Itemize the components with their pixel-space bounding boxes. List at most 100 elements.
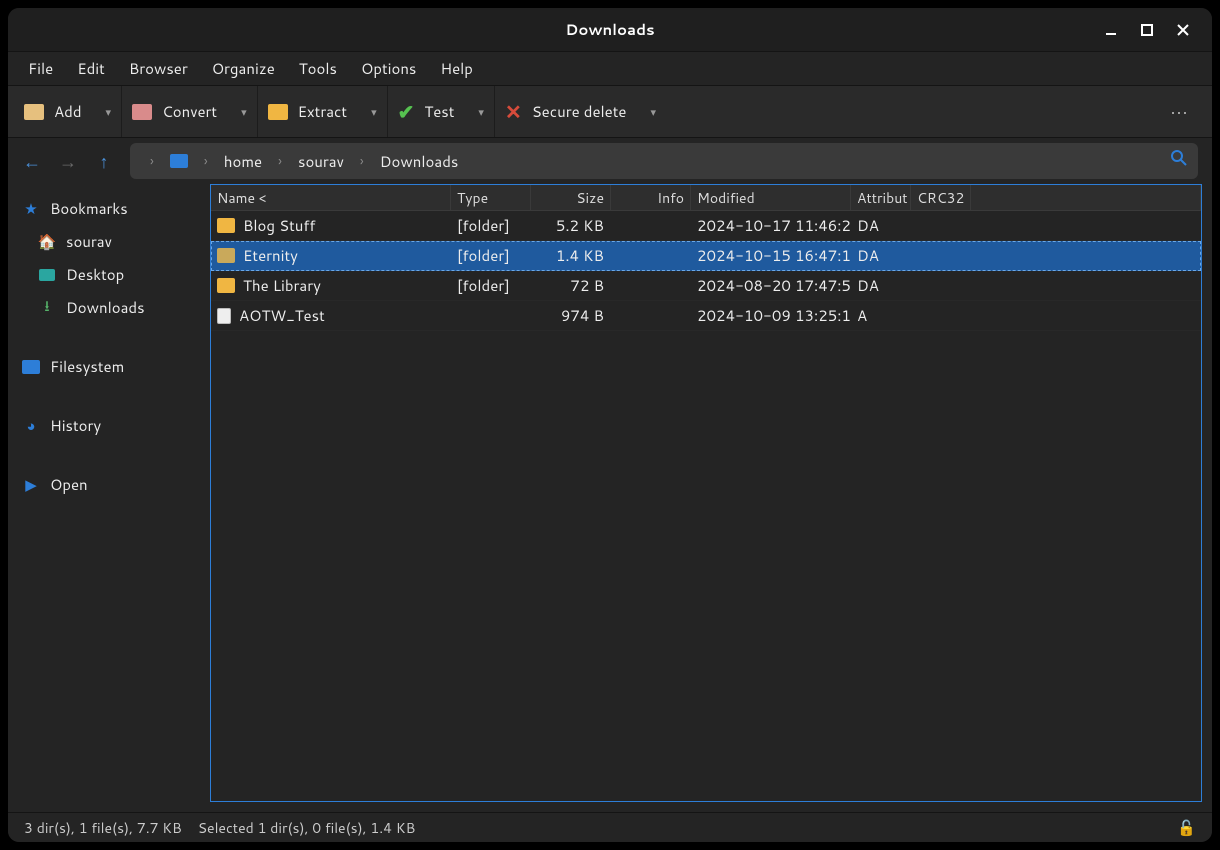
add-label: Add: [54, 101, 82, 122]
star-icon: ★: [22, 201, 40, 217]
secure-delete-label: Secure delete: [532, 101, 627, 122]
app-window: Downloads File Edit Browser Organize Too…: [7, 7, 1213, 843]
chevron-down-icon: ▾: [478, 104, 484, 120]
folder-icon: [217, 278, 235, 293]
file-modified: 2024-08-20 17:47:54: [691, 275, 851, 296]
nav-arrows: ← → ↑: [22, 148, 120, 174]
file-modified: 2024-10-09 13:25:10: [691, 305, 851, 326]
sidebar-item-home[interactable]: 🏠 sourav: [16, 227, 200, 256]
minimize-button[interactable]: [1100, 19, 1122, 41]
convert-button[interactable]: Convert ▾: [122, 86, 258, 137]
menu-browser[interactable]: Browser: [119, 54, 198, 83]
chevron-right-icon: ›: [350, 151, 374, 171]
chevron-down-icon: ▾: [650, 104, 656, 120]
col-size[interactable]: Size: [531, 185, 611, 210]
file-attributes: DA: [851, 275, 911, 296]
history-label: History: [50, 415, 101, 436]
crumb-home[interactable]: home: [224, 151, 262, 172]
sidebar-open[interactable]: ▶ Open: [16, 470, 200, 499]
close-button[interactable]: [1172, 19, 1194, 41]
sidebar-filesystem[interactable]: Filesystem: [16, 352, 200, 381]
menu-tools[interactable]: Tools: [289, 54, 347, 83]
file-size: 1.4 KB: [531, 245, 611, 266]
titlebar: Downloads: [8, 8, 1212, 52]
breadcrumb[interactable]: › › home › sourav › Downloads: [130, 143, 1198, 179]
file-size: 72 B: [531, 275, 611, 296]
download-icon: ⭳: [38, 300, 56, 316]
chevron-right-icon: ›: [194, 151, 218, 171]
filesystem-label: Filesystem: [50, 356, 124, 377]
file-type: [folder]: [451, 215, 531, 236]
table-row[interactable]: The Library[folder]72 B2024-08-20 17:47:…: [211, 271, 1201, 301]
nav-up-button[interactable]: ↑: [94, 148, 114, 174]
chevron-down-icon: ▾: [106, 104, 112, 120]
x-icon: ✕: [505, 98, 522, 126]
toolbar: Add ▾ Convert ▾ Extract ▾ ✔ Test ▾ ✕ Sec…: [8, 86, 1212, 138]
file-panel: Name < Type Size Info Modified Attribut …: [210, 184, 1202, 802]
crumb-current[interactable]: Downloads: [380, 151, 459, 172]
file-size: 5.2 KB: [531, 215, 611, 236]
check-icon: ✔: [398, 98, 415, 126]
filesystem-icon: [22, 360, 40, 374]
test-label: Test: [424, 101, 454, 122]
crumb-user[interactable]: sourav: [298, 151, 344, 172]
history-icon: ◕: [22, 418, 40, 434]
menu-organize[interactable]: Organize: [202, 54, 285, 83]
extract-label: Extract: [298, 101, 347, 122]
open-icon: ▶: [22, 477, 40, 493]
folder-convert-icon: [132, 104, 152, 120]
test-button[interactable]: ✔ Test ▾: [388, 86, 495, 137]
toolbar-overflow-button[interactable]: ⋯: [1154, 86, 1206, 137]
folder-open-icon: [217, 248, 235, 263]
file-attributes: DA: [851, 245, 911, 266]
folder-extract-icon: [268, 104, 288, 120]
menu-options[interactable]: Options: [351, 54, 426, 83]
secure-delete-button[interactable]: ✕ Secure delete ▾: [495, 86, 666, 137]
col-attributes[interactable]: Attribut: [851, 185, 911, 210]
sidebar-history[interactable]: ◕ History: [16, 411, 200, 440]
sidebar-item-desktop[interactable]: Desktop: [16, 260, 200, 289]
home-icon: 🏠: [38, 234, 56, 250]
add-button[interactable]: Add ▾: [14, 86, 122, 137]
search-icon[interactable]: [1170, 149, 1188, 173]
menu-help[interactable]: Help: [430, 54, 483, 83]
col-info[interactable]: Info: [611, 185, 691, 210]
file-type: [folder]: [451, 245, 531, 266]
col-type[interactable]: Type: [451, 185, 531, 210]
maximize-button[interactable]: [1136, 19, 1158, 41]
col-crc32[interactable]: CRC32: [911, 185, 971, 210]
file-size: 974 B: [531, 305, 611, 326]
folder-add-icon: [24, 104, 44, 120]
chevron-right-icon: ›: [268, 151, 292, 171]
file-name: AOTW_Test: [239, 305, 325, 326]
sidebar-item-downloads[interactable]: ⭳ Downloads: [16, 293, 200, 322]
statusbar: 3 dir(s), 1 file(s), 7.7 KB Selected 1 d…: [8, 812, 1212, 842]
extract-button[interactable]: Extract ▾: [258, 86, 388, 137]
nav-row: ← → ↑ › › home › sourav › Downloads: [8, 138, 1212, 184]
sidebar-bookmarks-header[interactable]: ★ Bookmarks: [16, 194, 200, 223]
table-row[interactable]: Eternity[folder]1.4 KB2024-10-15 16:47:1…: [211, 241, 1201, 271]
menu-edit[interactable]: Edit: [67, 54, 115, 83]
file-rows: Blog Stuff[folder]5.2 KB2024-10-17 11:46…: [211, 211, 1201, 801]
table-row[interactable]: Blog Stuff[folder]5.2 KB2024-10-17 11:46…: [211, 211, 1201, 241]
chevron-right-icon: ›: [140, 151, 164, 171]
nav-forward-button[interactable]: →: [58, 148, 78, 174]
file-attributes: A: [851, 305, 911, 326]
column-headers: Name < Type Size Info Modified Attribut …: [211, 185, 1201, 211]
body: ★ Bookmarks 🏠 sourav Desktop ⭳ Downloads…: [8, 184, 1212, 812]
col-modified[interactable]: Modified: [691, 185, 851, 210]
menubar: File Edit Browser Organize Tools Options…: [8, 52, 1212, 86]
table-row[interactable]: AOTW_Test 974 B 2024-10-09 13:25:10A: [211, 301, 1201, 331]
root-drive-icon[interactable]: [170, 154, 188, 168]
nav-back-button[interactable]: ←: [22, 148, 42, 174]
sidebar-item-label: sourav: [66, 231, 112, 252]
file-name: The Library: [243, 275, 321, 296]
window-title: Downloads: [565, 19, 654, 40]
status-selection: Selected 1 dir(s), 0 file(s), 1.4 KB: [198, 818, 416, 838]
chevron-down-icon: ▾: [371, 104, 377, 120]
file-modified: 2024-10-17 11:46:25: [691, 215, 851, 236]
lock-icon: 🔓: [1177, 817, 1196, 838]
file-name: Eternity: [243, 245, 298, 266]
menu-file[interactable]: File: [18, 54, 63, 83]
col-name[interactable]: Name <: [211, 185, 451, 210]
